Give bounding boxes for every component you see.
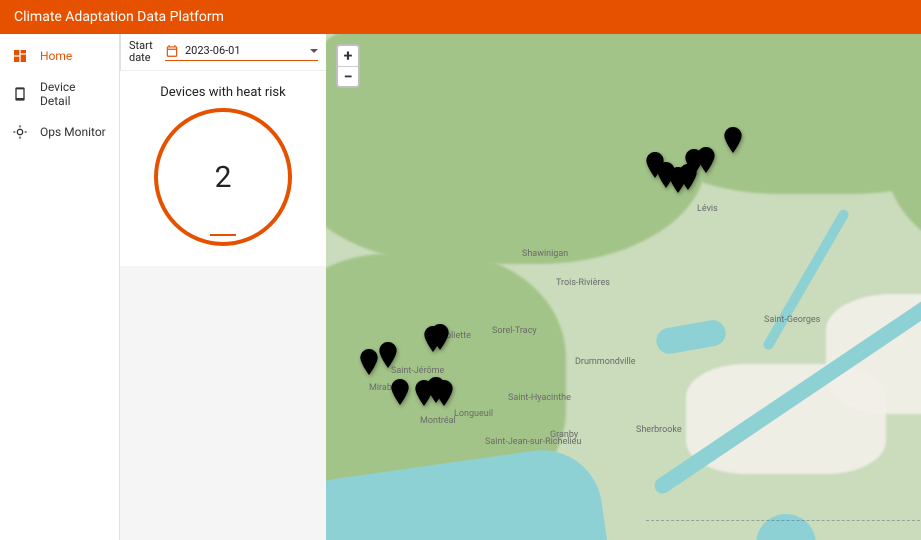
- kpi-gauge: 2: [154, 108, 292, 246]
- app-header: Climate Adaptation Data Platform: [0, 0, 921, 34]
- kpi-card-heat-risk: Devices with heat risk 2: [120, 71, 326, 266]
- date-value: 2023-06-01: [185, 44, 304, 57]
- date-filter-row: Start date 2023-06-01: [120, 34, 326, 71]
- zoom-in-button[interactable]: +: [338, 46, 358, 66]
- sidebar: Home Device Detail Ops Monitor: [0, 34, 120, 540]
- gps-icon: [12, 124, 28, 140]
- date-filter-label: Start date: [129, 40, 159, 64]
- date-picker[interactable]: 2023-06-01: [165, 44, 318, 61]
- map-pin[interactable]: [391, 379, 409, 405]
- sidebar-item-label: Ops Monitor: [40, 125, 106, 139]
- map-pin[interactable]: [435, 380, 453, 406]
- sidebar-item-device-detail[interactable]: Device Detail: [0, 72, 119, 116]
- map-pin[interactable]: [724, 127, 742, 153]
- app-title: Climate Adaptation Data Platform: [14, 9, 224, 25]
- kpi-title: Devices with heat risk: [128, 85, 318, 100]
- kpi-value: 2: [215, 160, 232, 195]
- filter-panel: Start date 2023-06-01 Devices with heat …: [120, 34, 326, 540]
- map-pin[interactable]: [431, 324, 449, 350]
- zoom-out-button[interactable]: −: [338, 66, 358, 86]
- sidebar-item-home[interactable]: Home: [0, 40, 119, 72]
- sidebar-item-label: Home: [40, 49, 72, 63]
- map-zoom-controls: + −: [336, 44, 360, 88]
- map-pin[interactable]: [360, 349, 378, 375]
- sidebar-item-label: Device Detail: [40, 80, 107, 108]
- sidebar-item-ops-monitor[interactable]: Ops Monitor: [0, 116, 119, 148]
- map-pin[interactable]: [379, 342, 397, 368]
- phone-icon: [12, 86, 28, 102]
- chevron-down-icon: [310, 49, 318, 53]
- dashboard-icon: [12, 48, 28, 64]
- map-background: [326, 34, 921, 540]
- map-pin[interactable]: [697, 147, 715, 173]
- device-map[interactable]: + − MontréalLongueuilMirabelSaint-Jérôme…: [326, 34, 921, 540]
- calendar-icon: [165, 44, 179, 58]
